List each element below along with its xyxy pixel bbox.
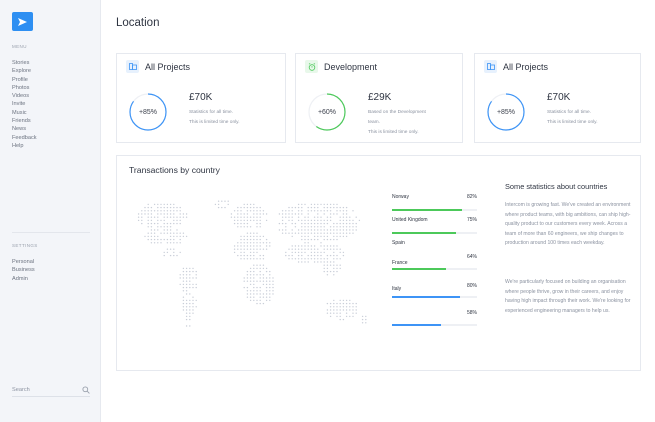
- sidebar-item-feedback[interactable]: Feedback: [12, 134, 37, 142]
- page-title: Location: [116, 17, 160, 29]
- sidebar-item-videos[interactable]: Videos: [12, 92, 37, 100]
- search-icon[interactable]: [82, 385, 90, 394]
- bar-track: [392, 296, 477, 298]
- card-header: Development: [305, 60, 377, 73]
- sidebar-item-admin[interactable]: Admin: [12, 275, 35, 283]
- country-value: 75%: [466, 217, 477, 223]
- sidebar-item-invite[interactable]: Invite: [12, 100, 37, 108]
- bar-track: [392, 232, 477, 234]
- card-header: All Projects: [484, 60, 548, 73]
- country-value: 58%: [466, 310, 477, 316]
- settings-section-title: SETTINGS: [12, 243, 38, 248]
- search-field[interactable]: Search: [12, 383, 90, 397]
- sidebar-item-music[interactable]: Music: [12, 109, 37, 117]
- sidebar-item-explore[interactable]: Explore: [12, 67, 37, 75]
- stat-card-all-projects: All Projects +85% £70K Statistics for al…: [474, 53, 641, 143]
- bar-track: [392, 209, 477, 211]
- bar-fill: [392, 324, 442, 326]
- search-placeholder[interactable]: Search: [12, 387, 30, 393]
- sidebar: MENU Stories Explore Profile Photos Vide…: [0, 0, 101, 422]
- sidebar-divider: [12, 232, 90, 233]
- sidebar-item-help[interactable]: Help: [12, 142, 37, 150]
- transactions-panel: Transactions by country Norway 82% Unite…: [116, 155, 641, 371]
- menu-section-title: MENU: [12, 44, 27, 49]
- country-value: 64%: [466, 254, 477, 260]
- stats-paragraph: We're particularly focused on building a…: [505, 279, 631, 314]
- country-name: Norway: [392, 194, 409, 200]
- bar-fill: [392, 209, 462, 211]
- card-description: Based on the Development: [368, 110, 426, 115]
- country-name: France: [392, 260, 408, 266]
- percent-label: +60%: [317, 108, 337, 116]
- card-header: All Projects: [126, 60, 190, 73]
- card-description: Statistics for all time.: [189, 110, 233, 115]
- stats-title: Some statistics about countries: [505, 182, 608, 191]
- country-bar-row: 58%: [392, 310, 477, 332]
- transactions-title: Transactions by country: [129, 165, 220, 175]
- country-bar-row: Italy 80%: [392, 283, 477, 308]
- settings-list: Personal Business Admin: [12, 258, 35, 283]
- country-bar-row: Norway 82%: [392, 194, 477, 216]
- sidebar-item-business[interactable]: Business: [12, 266, 35, 274]
- card-title: All Projects: [145, 61, 191, 72]
- menu-list: Stories Explore Profile Photos Videos In…: [12, 59, 37, 150]
- sidebar-item-news[interactable]: News: [12, 125, 37, 133]
- card-value: £29K: [368, 92, 392, 103]
- sidebar-item-stories[interactable]: Stories: [12, 59, 37, 67]
- card-description: team.: [368, 120, 380, 125]
- card-value: £70K: [547, 92, 571, 103]
- percent-label: +85%: [138, 108, 158, 116]
- card-title: All Projects: [503, 61, 549, 72]
- card-description: Statistics for all time.: [547, 110, 591, 115]
- percent-label: +85%: [496, 108, 516, 116]
- country-value: 82%: [466, 194, 477, 200]
- stat-card-development: Development +60% £29K Based on the Devel…: [295, 53, 463, 143]
- sidebar-item-profile[interactable]: Profile: [12, 76, 37, 84]
- paper-plane-icon: [18, 17, 27, 26]
- sidebar-item-friends[interactable]: Friends: [12, 117, 37, 125]
- bar-fill: [392, 232, 456, 234]
- country-bar-row: United Kingdom 75%: [392, 217, 477, 239]
- sidebar-item-personal[interactable]: Personal: [12, 258, 35, 266]
- card-description: This is limited time only.: [547, 120, 598, 125]
- stats-paragraph: Intercom is growing fast. We've created …: [505, 202, 631, 246]
- alarm-clock-icon: [305, 60, 318, 73]
- folder-icon: [484, 60, 497, 73]
- country-bar-row: Spain 64%: [392, 240, 477, 270]
- card-description: This is limited time only.: [189, 120, 240, 125]
- stat-card-all-projects: All Projects +85% £70K Statistics for al…: [116, 53, 286, 143]
- sidebar-item-photos[interactable]: Photos: [12, 84, 37, 92]
- card-value: £70K: [189, 92, 213, 103]
- bar-fill: [392, 296, 460, 298]
- country-name: Italy: [392, 286, 402, 292]
- card-description: This is limited time only.: [368, 130, 419, 135]
- country-name: United Kingdom: [392, 217, 428, 223]
- bar-track: [392, 324, 477, 326]
- logo[interactable]: [12, 12, 33, 31]
- card-title: Development: [324, 61, 378, 72]
- country-name: Spain: [392, 240, 405, 246]
- folder-icon: [126, 60, 139, 73]
- country-value: 80%: [466, 283, 477, 289]
- country-bar-row: France: [392, 260, 477, 285]
- world-map: [137, 200, 367, 327]
